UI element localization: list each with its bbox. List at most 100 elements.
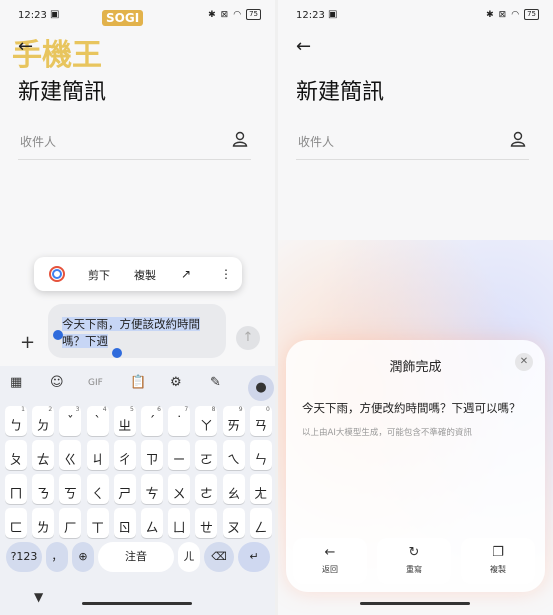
key-3-1[interactable]: ㄇ: [5, 474, 27, 504]
key-1-3[interactable]: ˇ3: [59, 406, 82, 436]
share-icon[interactable]: ↗: [181, 267, 191, 281]
key-2-9[interactable]: ㄟ: [222, 440, 245, 470]
key-hint: 5: [129, 406, 134, 413]
key-2-5[interactable]: ㄔ: [113, 440, 136, 470]
recipient-field[interactable]: 收件人: [18, 124, 251, 160]
key-4-7[interactable]: ㄩ: [168, 508, 191, 538]
key-3-7[interactable]: ㄨ: [168, 474, 191, 504]
key-hint: 1: [21, 406, 25, 413]
key-label: ㄣ: [254, 453, 268, 468]
cut-button[interactable]: 剪下: [88, 267, 110, 283]
back-arrow-icon[interactable]: ←: [296, 36, 311, 57]
key-hint: 9: [238, 406, 243, 413]
enter-icon[interactable]: ↵: [238, 542, 270, 572]
key-4-3[interactable]: ㄏ: [59, 508, 82, 538]
key-4-1[interactable]: ㄈ: [5, 508, 27, 538]
selection-end-handle[interactable]: [112, 348, 122, 358]
clipboard-icon[interactable]: 📋: [130, 375, 146, 390]
key-2-2[interactable]: ㄊ: [32, 440, 55, 470]
key-label: ㄐ: [91, 453, 105, 468]
nav-back-icon[interactable]: ▼: [34, 590, 43, 604]
key-1-8[interactable]: ㄚ8: [195, 406, 218, 436]
key-1-5[interactable]: ㄓ5: [113, 406, 136, 436]
contact-person-icon[interactable]: [231, 130, 249, 148]
message-input[interactable]: 今天下雨，方便該改約時間 嗎？下週: [48, 304, 226, 358]
key-3-5[interactable]: ㄕ: [113, 474, 136, 504]
gif-button[interactable]: GIF: [88, 378, 103, 388]
key-label: ㄎ: [63, 487, 77, 502]
nav-home-bar[interactable]: [82, 602, 192, 605]
key-3-3[interactable]: ㄎ: [59, 474, 82, 504]
key-hint: 6: [157, 406, 161, 413]
key-1-7[interactable]: ˙ 7: [168, 406, 191, 436]
key-2-7[interactable]: ㄧ: [168, 440, 191, 470]
copy-button[interactable]: ❐ 複製: [461, 538, 535, 584]
key-label: ㄘ: [145, 487, 159, 502]
keyboard: ▦ ☺ GIF 📋 ⚙ ✎ ● ㄅ 1 ㄉ 2 ˇ 3 ˋ 4 ㄓ 5 ˊ 6 ˙ 7 ㄚ 8 ㄞ 9 ㄢ 0 ㄆㄊㄍㄐ…: [0, 366, 275, 615]
key-1-4[interactable]: ˋ4: [86, 406, 109, 436]
key-1-6[interactable]: ˊ6: [141, 406, 163, 436]
key-2-3[interactable]: ㄍ: [59, 440, 82, 470]
key-label: ㄞ: [227, 419, 241, 434]
close-icon[interactable]: ✕: [515, 353, 533, 371]
key-4-6[interactable]: ㄙ: [141, 508, 163, 538]
space-key[interactable]: 注音: [98, 542, 174, 572]
globe-icon[interactable]: ⊕: [72, 542, 94, 572]
back-arrow-icon: ←: [324, 545, 336, 560]
key-3-4[interactable]: ㄑ: [86, 474, 109, 504]
keyboard-toolbar: ▦ ☺ GIF 📋 ⚙ ✎ ●: [0, 366, 275, 401]
sim-icon: ⊠: [498, 9, 507, 20]
key-1-9[interactable]: ㄞ9: [222, 406, 245, 436]
nav-home-bar[interactable]: [360, 602, 470, 605]
key-label: ㄔ: [118, 453, 132, 468]
recipient-placeholder: 收件人: [298, 135, 335, 149]
key-4-9[interactable]: ㄡ: [222, 508, 245, 538]
key-4-10[interactable]: ㄥ: [249, 508, 272, 538]
sticker-icon[interactable]: ☺: [50, 375, 64, 390]
add-attachment-icon[interactable]: +: [20, 332, 35, 353]
comma-key[interactable]: ，: [46, 542, 68, 572]
key-2-10[interactable]: ㄣ: [249, 440, 272, 470]
selection-start-handle[interactable]: [53, 330, 63, 340]
key-4-2[interactable]: ㄌ: [32, 508, 55, 538]
er-key[interactable]: ㄦ: [178, 542, 200, 572]
key-3-9[interactable]: ㄠ: [222, 474, 245, 504]
status-icons: ✱ ⊠ ◠ 75: [208, 9, 261, 20]
key-hint: 7: [184, 406, 189, 413]
copy-button[interactable]: 複製: [134, 267, 156, 283]
polish-result-sheet: 潤飾完成 ✕ 今天下雨，方便改約時間嗎？下週可以嗎？ 以上由AI大模型生成，可能…: [286, 340, 545, 592]
symbols-key[interactable]: ?123: [6, 542, 42, 572]
key-1-1[interactable]: ㄅ1: [5, 406, 27, 436]
key-1-2[interactable]: ㄉ2: [32, 406, 55, 436]
back-button[interactable]: ← 返回: [293, 538, 367, 584]
contact-person-icon[interactable]: [509, 130, 527, 148]
back-arrow-icon[interactable]: ←: [18, 36, 33, 57]
settings-gear-icon[interactable]: ⚙: [170, 375, 182, 390]
send-arrow-icon[interactable]: ↑: [236, 326, 260, 350]
key-1-10[interactable]: ㄢ0: [249, 406, 272, 436]
microphone-icon[interactable]: ●: [248, 375, 274, 401]
key-2-6[interactable]: ㄗ: [141, 440, 163, 470]
backspace-icon[interactable]: ⌫: [204, 542, 234, 572]
key-2-8[interactable]: ㄛ: [195, 440, 218, 470]
message-line-2: 嗎？下週: [62, 334, 108, 348]
ai-assistant-icon[interactable]: [48, 265, 66, 283]
key-3-10[interactable]: ㄤ: [249, 474, 272, 504]
key-3-2[interactable]: ㄋ: [32, 474, 55, 504]
key-3-8[interactable]: ㄜ: [195, 474, 218, 504]
key-hint: 0: [265, 406, 270, 413]
recipient-field[interactable]: 收件人: [296, 124, 529, 160]
apps-grid-icon[interactable]: ▦: [10, 375, 22, 390]
handwriting-icon[interactable]: ✎: [210, 375, 221, 390]
more-options-icon[interactable]: ⋮: [220, 267, 232, 281]
key-4-4[interactable]: ㄒ: [86, 508, 109, 538]
key-4-8[interactable]: ㄝ: [195, 508, 218, 538]
right-screen: 12:23 ▣ ✱ ⊠ ◠ 75 ← 新建簡訊 收件人 潤飾完成 ✕ 今天下雨，…: [278, 0, 553, 615]
key-label: ㄉ: [36, 419, 50, 434]
key-2-4[interactable]: ㄐ: [86, 440, 109, 470]
key-3-6[interactable]: ㄘ: [141, 474, 163, 504]
key-label: ㄟ: [227, 453, 241, 468]
key-2-1[interactable]: ㄆ: [5, 440, 27, 470]
rewrite-button[interactable]: ↻ 重寫: [377, 538, 451, 584]
key-4-5[interactable]: ㄖ: [113, 508, 136, 538]
